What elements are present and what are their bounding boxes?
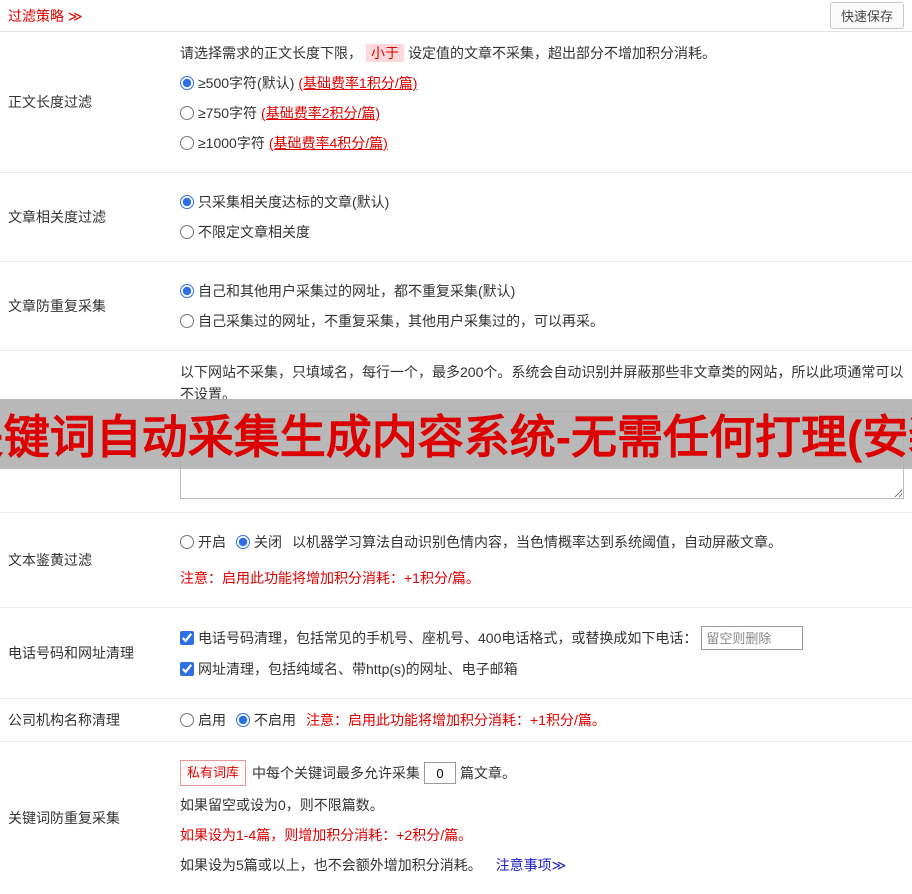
porn-filter-note: 注意：启用此功能将增加积分消耗：+1积分/篇。 bbox=[180, 570, 480, 586]
porn-option-off[interactable]: 关闭 bbox=[236, 531, 282, 553]
keyword-dedup-line4-text: 如果设为5篇或以上，也不会额外增加积分消耗。 bbox=[180, 857, 482, 873]
url-clean-checkbox[interactable] bbox=[180, 662, 194, 676]
company-option-on-text: 启用 bbox=[198, 712, 226, 728]
phone-url-clean-label: 电话号码和网址清理 bbox=[8, 645, 134, 661]
keyword-dedup-line1-end: 篇文章。 bbox=[460, 765, 517, 781]
dedup-option-all-users-radio[interactable] bbox=[180, 284, 194, 298]
company-clean-label: 公司机构名称清理 bbox=[8, 712, 120, 728]
phone-clean-text: 电话号码清理，包括常见的手机号、座机号、400电话格式，或替换成如下电话： bbox=[198, 630, 698, 646]
length-option-750[interactable]: ≥750字符 (基础费率2积分/篇) bbox=[180, 102, 904, 124]
page-title[interactable]: 过滤策略 ≫ bbox=[8, 6, 83, 26]
row-dedup-filter: 文章防重复采集 自己和其他用户采集过的网址，都不重复采集(默认) 自己采集过的网… bbox=[0, 262, 912, 351]
company-option-on-radio[interactable] bbox=[180, 713, 194, 727]
length-option-1000[interactable]: ≥1000字符 (基础费率4积分/篇) bbox=[180, 132, 904, 154]
notes-link[interactable]: 注意事项≫ bbox=[496, 857, 567, 873]
length-intro-post: 设定值的文章不采集，超出部分不增加积分消耗。 bbox=[408, 45, 716, 61]
keyword-dedup-line4: 如果设为5篇或以上，也不会额外增加积分消耗。 注意事项≫ bbox=[180, 854, 904, 876]
row-keyword-dedup: 关键词防重复采集 私有词库 中每个关键词最多允许采集 篇文章。 如果留空或设为0… bbox=[0, 742, 912, 894]
relevance-option-any-text: 不限定文章相关度 bbox=[198, 224, 310, 240]
length-option-500[interactable]: ≥500字符(默认) (基础费率1积分/篇) bbox=[180, 72, 904, 94]
company-option-off-radio[interactable] bbox=[236, 713, 250, 727]
porn-filter-label: 文本鉴黄过滤 bbox=[8, 552, 92, 568]
porn-option-on[interactable]: 开启 bbox=[180, 531, 226, 553]
porn-filter-description: 以机器学习算法自动识别色情内容，当色情概率达到系统阈值，自动屏蔽文章。 bbox=[292, 534, 782, 550]
length-filter-intro: 请选择需求的正文长度下限， 小于 设定值的文章不采集，超出部分不增加积分消耗。 bbox=[180, 42, 904, 64]
length-option-750-radio[interactable] bbox=[180, 106, 194, 120]
length-option-500-fee-link[interactable]: (基础费率1积分/篇) bbox=[298, 72, 417, 94]
company-option-off-text: 不启用 bbox=[254, 712, 296, 728]
dedup-option-self-only[interactable]: 自己采集过的网址，不重复采集，其他用户采集过的，可以再采。 bbox=[180, 310, 904, 332]
less-than-badge: 小于 bbox=[366, 44, 404, 62]
relevance-option-any-radio[interactable] bbox=[180, 225, 194, 239]
row-length-filter: 正文长度过滤 请选择需求的正文长度下限， 小于 设定值的文章不采集，超出部分不增加积… bbox=[0, 32, 912, 173]
length-option-1000-fee-link[interactable]: (基础费率4积分/篇) bbox=[269, 132, 388, 154]
length-filter-label: 正文长度过滤 bbox=[8, 94, 92, 110]
dedup-option-self-only-radio[interactable] bbox=[180, 314, 194, 328]
porn-option-off-radio[interactable] bbox=[236, 535, 250, 549]
length-option-1000-radio[interactable] bbox=[180, 136, 194, 150]
quick-save-button[interactable]: 快速保存 bbox=[829, 2, 904, 29]
keyword-dedup-line3: 如果设为1-4篇，则增加积分消耗：+2积分/篇。 bbox=[180, 827, 473, 843]
length-option-750-text: ≥750字符 bbox=[198, 105, 258, 121]
length-intro-pre: 请选择需求的正文长度下限， bbox=[180, 45, 362, 61]
row-relevance-filter: 文章相关度过滤 只采集相关度达标的文章(默认) 不限定文章相关度 bbox=[0, 173, 912, 262]
relevance-filter-label: 文章相关度过滤 bbox=[8, 209, 106, 225]
relevance-option-strict[interactable]: 只采集相关度达标的文章(默认) bbox=[180, 191, 904, 213]
replacement-phone-input[interactable] bbox=[701, 626, 804, 650]
max-articles-input[interactable] bbox=[424, 762, 457, 784]
length-option-500-radio[interactable] bbox=[180, 76, 194, 90]
dedup-option-all-users[interactable]: 自己和其他用户采集过的网址，都不重复采集(默认) bbox=[180, 280, 904, 302]
phone-clean-checkbox[interactable] bbox=[180, 631, 194, 645]
keyword-dedup-line2: 如果留空或设为0，则不限篇数。 bbox=[180, 797, 384, 813]
row-porn-filter: 文本鉴黄过滤 开启 关闭 以机器学习算法自动识别色情内容，当色情概率达到系统阈值… bbox=[0, 513, 912, 608]
company-clean-note: 注意：启用此功能将增加积分消耗：+1积分/篇。 bbox=[306, 712, 606, 728]
watermark-overlay: 关键词自动采集生成内容系统-无需任何打理(安装 bbox=[0, 399, 912, 469]
length-option-1000-text: ≥1000字符 bbox=[198, 135, 265, 151]
keyword-dedup-label: 关键词防重复采集 bbox=[8, 810, 120, 826]
length-option-500-text: ≥500字符(默认) bbox=[198, 75, 295, 91]
relevance-option-any[interactable]: 不限定文章相关度 bbox=[180, 221, 904, 243]
length-option-750-fee-link[interactable]: (基础费率2积分/篇) bbox=[261, 102, 380, 124]
url-clean-text: 网址清理，包括纯域名、带http(s)的网址、电子邮箱 bbox=[198, 661, 518, 677]
company-option-off[interactable]: 不启用 bbox=[236, 709, 296, 731]
dedup-filter-label: 文章防重复采集 bbox=[8, 298, 106, 314]
relevance-option-strict-text: 只采集相关度达标的文章(默认) bbox=[198, 194, 390, 210]
porn-option-off-text: 关闭 bbox=[254, 534, 282, 550]
dedup-option-self-only-text: 自己采集过的网址，不重复采集，其他用户采集过的，可以再采。 bbox=[198, 313, 604, 329]
private-lexicon-badge: 私有词库 bbox=[180, 760, 247, 786]
dedup-option-all-users-text: 自己和其他用户采集过的网址，都不重复采集(默认) bbox=[198, 283, 516, 299]
keyword-dedup-line1-mid: 中每个关键词最多允许采集 bbox=[252, 765, 421, 781]
row-phone-url-clean: 电话号码和网址清理 电话号码清理，包括常见的手机号、座机号、400电话格式，或替… bbox=[0, 608, 912, 699]
relevance-option-strict-radio[interactable] bbox=[180, 195, 194, 209]
porn-option-on-text: 开启 bbox=[198, 534, 226, 550]
row-site-blacklist: 以下网站不采集，只填域名，每行一个，最多200个。系统会自动识别并屏蔽那些非文章… bbox=[0, 351, 912, 513]
top-bar: 过滤策略 ≫ 快速保存 bbox=[0, 0, 912, 32]
porn-option-on-radio[interactable] bbox=[180, 535, 194, 549]
company-option-on[interactable]: 启用 bbox=[180, 709, 226, 731]
row-company-clean: 公司机构名称清理 启用 不启用 注意：启用此功能将增加积分消耗：+1积分/篇。 bbox=[0, 699, 912, 742]
